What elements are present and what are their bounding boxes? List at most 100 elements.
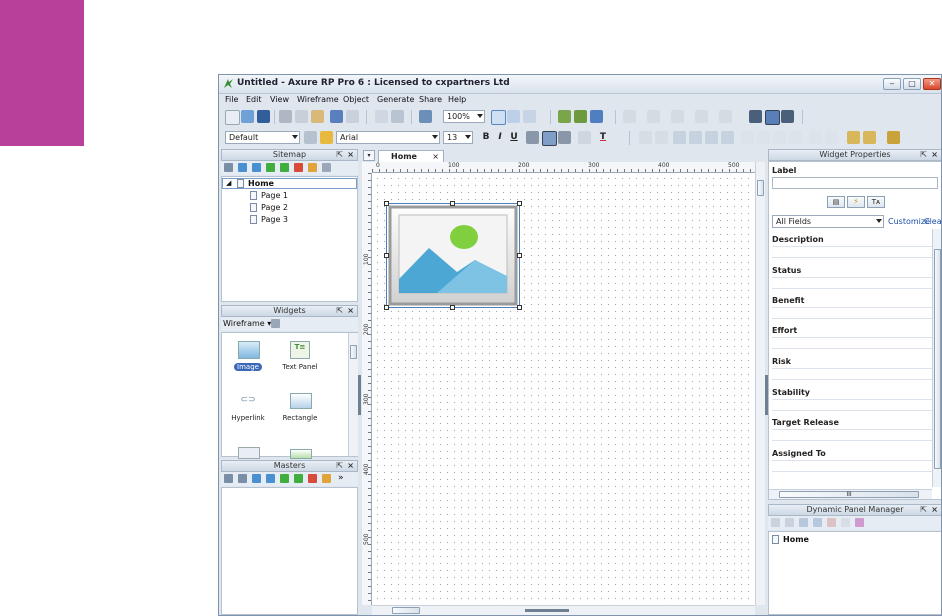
search-icon[interactable]: [322, 163, 331, 172]
indent-icon[interactable]: [266, 163, 275, 172]
redo-icon[interactable]: [346, 110, 359, 123]
close-panel-icon[interactable]: ×: [931, 150, 938, 160]
menu-file[interactable]: File: [225, 95, 238, 104]
widgets-scroll-thumb[interactable]: [350, 345, 357, 359]
overflow-chevron-icon[interactable]: »: [338, 473, 344, 483]
line-color-icon[interactable]: [647, 110, 660, 123]
underline-button[interactable]: U: [508, 131, 520, 144]
widget-label-rectangle[interactable]: Rectangle: [278, 414, 322, 422]
ungroup-icon[interactable]: [655, 131, 668, 144]
field-input[interactable]: [772, 399, 932, 411]
move-down-icon[interactable]: [813, 518, 822, 527]
close-panel-icon[interactable]: ×: [347, 150, 354, 160]
label-input[interactable]: [772, 177, 938, 189]
annotations-tab-icon[interactable]: ▤: [827, 196, 845, 208]
menu-edit[interactable]: Edit: [246, 95, 262, 104]
close-button[interactable]: ✕: [923, 78, 941, 90]
text-align-left-icon[interactable]: [526, 131, 539, 144]
rename-page-icon[interactable]: [308, 163, 317, 172]
field-input[interactable]: [772, 368, 932, 380]
send-back-icon[interactable]: [689, 131, 702, 144]
sitemap-page[interactable]: Page 1: [250, 191, 288, 200]
paste-icon[interactable]: [311, 110, 324, 123]
placeholder-widget-icon[interactable]: [238, 447, 260, 459]
canvas-hscroll-thumb[interactable]: [392, 607, 420, 614]
cut-icon[interactable]: [279, 110, 292, 123]
resize-handle[interactable]: [450, 305, 455, 310]
pin-icon[interactable]: ⇱: [336, 306, 343, 316]
group-icon[interactable]: [639, 131, 652, 144]
left-splitter-grip[interactable]: [358, 375, 361, 415]
distribute-v-icon[interactable]: [825, 131, 838, 144]
generate-prototype-icon[interactable]: [574, 110, 587, 123]
field-input[interactable]: [772, 277, 932, 289]
image-widget[interactable]: [386, 203, 520, 308]
align-top-icon[interactable]: [773, 131, 786, 144]
move-down-icon[interactable]: [252, 163, 261, 172]
tab-home[interactable]: Home ×: [378, 150, 444, 162]
field-input[interactable]: [772, 429, 932, 441]
pin-icon[interactable]: ⇱: [920, 505, 927, 515]
save-icon[interactable]: [257, 110, 270, 123]
lock-icon[interactable]: [847, 131, 860, 144]
generate-spec-icon[interactable]: [590, 110, 603, 123]
panel-options-icon[interactable]: [855, 518, 864, 527]
bottom-splitter-grip[interactable]: [525, 609, 569, 612]
select-mode-icon[interactable]: [491, 110, 506, 125]
wireframe-canvas[interactable]: [372, 173, 755, 605]
resize-handle[interactable]: [384, 305, 389, 310]
align-left-icon[interactable]: [749, 110, 762, 123]
properties-vscroll-thumb[interactable]: [934, 249, 941, 469]
close-panel-icon[interactable]: ×: [931, 505, 938, 515]
sitemap-root-row[interactable]: ◢ Home: [222, 178, 357, 189]
sitemap-page[interactable]: Page 2: [250, 203, 288, 212]
hyperlink-widget-icon[interactable]: ⊂⊃: [238, 395, 258, 405]
line-style-icon[interactable]: [695, 110, 708, 123]
connector-icon[interactable]: [391, 110, 404, 123]
close-panel-icon[interactable]: ×: [347, 306, 354, 316]
bring-front-icon[interactable]: [673, 131, 686, 144]
menu-object[interactable]: Object: [343, 95, 369, 104]
resize-handle[interactable]: [384, 201, 389, 206]
add-folder-icon[interactable]: [238, 474, 247, 483]
align-middle-icon[interactable]: [757, 131, 770, 144]
widget-label-image[interactable]: Image: [234, 363, 262, 371]
formatting-tab-icon[interactable]: Tᴀ: [867, 196, 885, 208]
field-input[interactable]: [772, 307, 932, 319]
widget-label-hyperlink[interactable]: Hyperlink: [228, 414, 268, 422]
text-color-button[interactable]: T: [597, 131, 609, 144]
resize-handle[interactable]: [450, 201, 455, 206]
align-bottom-icon[interactable]: [789, 131, 802, 144]
copy-icon[interactable]: [295, 110, 308, 123]
zoom-select[interactable]: 100%: [443, 110, 485, 123]
delete-page-icon[interactable]: [294, 163, 303, 172]
pin-icon[interactable]: ⇱: [336, 150, 343, 160]
font-family-select[interactable]: Arial: [336, 131, 440, 144]
delete-master-icon[interactable]: [308, 474, 317, 483]
move-down-icon[interactable]: [266, 474, 275, 483]
widgets-scrollbar[interactable]: [348, 333, 358, 456]
field-input[interactable]: [772, 337, 932, 349]
widget-label-text-panel[interactable]: Text Panel: [278, 363, 322, 371]
align-right-icon[interactable]: [781, 110, 794, 123]
close-panel-icon[interactable]: ×: [347, 461, 354, 471]
resize-handle[interactable]: [517, 201, 522, 206]
button-widget-icon[interactable]: [290, 449, 312, 459]
rename-master-icon[interactable]: [322, 474, 331, 483]
menu-share[interactable]: Share: [419, 95, 442, 104]
outdent-icon[interactable]: [280, 163, 289, 172]
pin-icon[interactable]: ⇱: [920, 150, 927, 160]
text-panel-widget-icon[interactable]: T≡: [290, 341, 310, 359]
line-width-icon[interactable]: [671, 110, 684, 123]
distribute-h-icon[interactable]: [809, 131, 822, 144]
resize-handle[interactable]: [517, 305, 522, 310]
field-input[interactable]: [772, 460, 932, 472]
format-painter-icon[interactable]: [375, 110, 388, 123]
align-objects-icon[interactable]: [741, 131, 754, 144]
properties-vertical-scrollbar[interactable]: [932, 229, 941, 487]
outdent-icon[interactable]: [294, 474, 303, 483]
padlock-icon[interactable]: [887, 131, 900, 144]
field-input[interactable]: [772, 246, 932, 258]
image-widget-icon[interactable]: [238, 341, 260, 359]
properties-horizontal-scrollbar[interactable]: III: [769, 489, 932, 499]
